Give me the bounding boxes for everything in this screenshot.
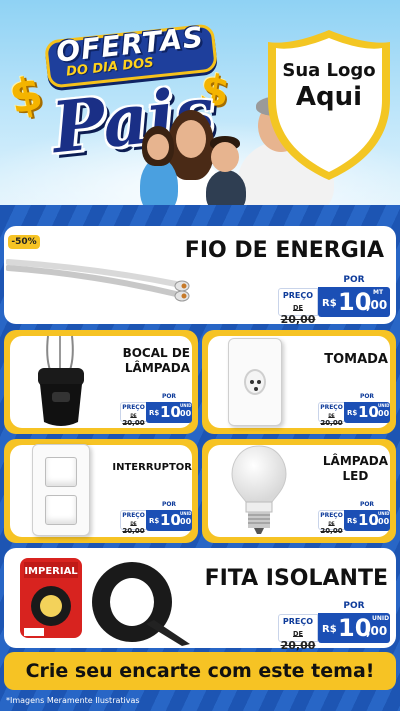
- price-tag: POR PREÇO DE 20,00 R$ 10 ,00 UNID: [318, 500, 390, 535]
- current-price: R$ 10 ,00 UNID: [344, 510, 390, 531]
- disclaimer: *Imagens Meramente Ilustrativas: [6, 696, 140, 705]
- price-decimal: ,00: [366, 624, 388, 638]
- product-name-line2: LÂMPADA: [124, 361, 190, 375]
- price-unit: UNID: [180, 511, 192, 516]
- por-label: POR: [318, 600, 390, 613]
- por-label: POR: [146, 392, 192, 402]
- old-price: DE 20,00: [122, 413, 145, 427]
- price-decimal: ,00: [375, 517, 390, 526]
- price-tag: POR PREÇO DE 20,00 R$ 10 ,00 MT: [278, 274, 390, 326]
- dollar-icon: $: [4, 65, 48, 125]
- price-unit: UNID: [180, 403, 192, 408]
- por-label: POR: [146, 500, 192, 510]
- currency: R$: [322, 624, 337, 635]
- current-price: R$ 10 ,00 UNID: [318, 613, 390, 643]
- product-name: FIO DE ENERGIA: [184, 238, 384, 263]
- switch-rocker-bottom: [45, 495, 77, 525]
- old-price-box: PREÇO DE 20,00: [120, 402, 147, 427]
- current-price: R$ 10 ,00 UNID: [344, 402, 390, 423]
- mother-head: [176, 120, 206, 158]
- old-price: DE 20,00: [122, 521, 145, 535]
- current-price: R$ 10 ,00 UNID: [146, 402, 192, 423]
- outlet-socket: [244, 369, 266, 395]
- currency: R$: [347, 517, 358, 525]
- product-name-line1: BOCAL DE: [122, 346, 190, 360]
- tape-brand: IMPERIAL: [24, 566, 78, 577]
- lamp-socket-image: [38, 335, 84, 426]
- currency: R$: [322, 298, 337, 309]
- por-label: POR: [344, 392, 390, 402]
- price-tag: POR PREÇO DE 20,00 R$ 10 ,00 UNID: [278, 600, 390, 652]
- preco-label: PREÇO: [320, 512, 343, 519]
- boy-head: [211, 142, 239, 172]
- product-name: FITA ISOLANTE: [204, 566, 388, 591]
- outlet-image: [228, 338, 282, 426]
- currency: R$: [347, 409, 358, 417]
- insulating-tape-image: IMPERIAL: [20, 558, 190, 646]
- por-label: POR: [318, 274, 390, 287]
- cta-banner[interactable]: Crie seu encarte com este tema!: [4, 652, 396, 690]
- old-price-prefix: DE: [328, 413, 335, 418]
- price-unit: MT: [373, 289, 384, 296]
- old-price-box: PREÇO DE 20,00: [278, 614, 318, 652]
- girl-head: [147, 134, 169, 160]
- preco-label: PREÇO: [122, 512, 145, 519]
- old-price-box: PREÇO DE 20,00: [318, 510, 345, 535]
- old-price-prefix: DE: [130, 413, 137, 418]
- discount-badge: -50%: [8, 235, 40, 249]
- price-unit: UNID: [378, 511, 390, 516]
- old-price-prefix: DE: [293, 630, 303, 638]
- switch-rocker-top: [45, 457, 77, 487]
- price-unit: UNID: [378, 403, 390, 408]
- price-tag: POR PREÇO DE 20,00 R$ 10 ,00 UNID: [318, 392, 390, 427]
- price-unit: UNID: [372, 615, 390, 622]
- product-name-line1: LÂMPADA: [322, 454, 388, 468]
- old-price-box: PREÇO DE 20,00: [318, 402, 345, 427]
- wire-cable-image: [6, 259, 190, 302]
- preco-label: PREÇO: [282, 617, 314, 626]
- preco-label: PREÇO: [282, 291, 314, 300]
- currency: R$: [149, 409, 160, 417]
- price-decimal: ,00: [375, 409, 390, 418]
- old-price-prefix: DE: [130, 521, 137, 526]
- header-banner: $ $ OFERTAS DO DIA DOS Pais Sua Logo Aqu…: [0, 0, 400, 210]
- old-price: DE 20,00: [280, 630, 316, 652]
- current-price: R$ 10 ,00 MT: [318, 287, 390, 317]
- product-name: TOMADA: [324, 352, 388, 367]
- product-name: INTERRUPTOR: [112, 462, 192, 473]
- price-decimal: ,00: [177, 517, 192, 526]
- product-name: BOCAL DE LÂMPADA: [123, 346, 190, 376]
- led-bulb-image: [231, 445, 287, 534]
- price-decimal: ,00: [177, 409, 192, 418]
- por-label: POR: [344, 500, 390, 510]
- boy-figure: [206, 170, 246, 210]
- old-price-prefix: DE: [328, 521, 335, 526]
- old-price: DE 20,00: [320, 413, 343, 427]
- currency: R$: [149, 517, 160, 525]
- switch-image: [32, 444, 90, 536]
- old-price-box: PREÇO DE 20,00: [120, 510, 147, 535]
- logo-text-line1: Sua Logo: [282, 60, 376, 81]
- old-price-prefix: DE: [293, 304, 303, 312]
- price-decimal: ,00: [366, 298, 388, 312]
- old-price: DE 20,00: [280, 304, 316, 326]
- price-tag: POR PREÇO DE 20,00 R$ 10 ,00 UNID: [120, 392, 192, 427]
- preco-label: PREÇO: [122, 404, 145, 411]
- price-tag: POR PREÇO DE 20,00 R$ 10 ,00 UNID: [120, 500, 192, 535]
- logo-text-line2: Aqui: [295, 82, 363, 112]
- old-price-box: PREÇO DE 20,00: [278, 288, 318, 326]
- preco-label: PREÇO: [320, 404, 343, 411]
- product-name-line2: LED: [342, 469, 369, 483]
- old-price: DE 20,00: [320, 521, 343, 535]
- product-name: LÂMPADA LED: [323, 454, 388, 484]
- current-price: R$ 10 ,00 UNID: [146, 510, 192, 531]
